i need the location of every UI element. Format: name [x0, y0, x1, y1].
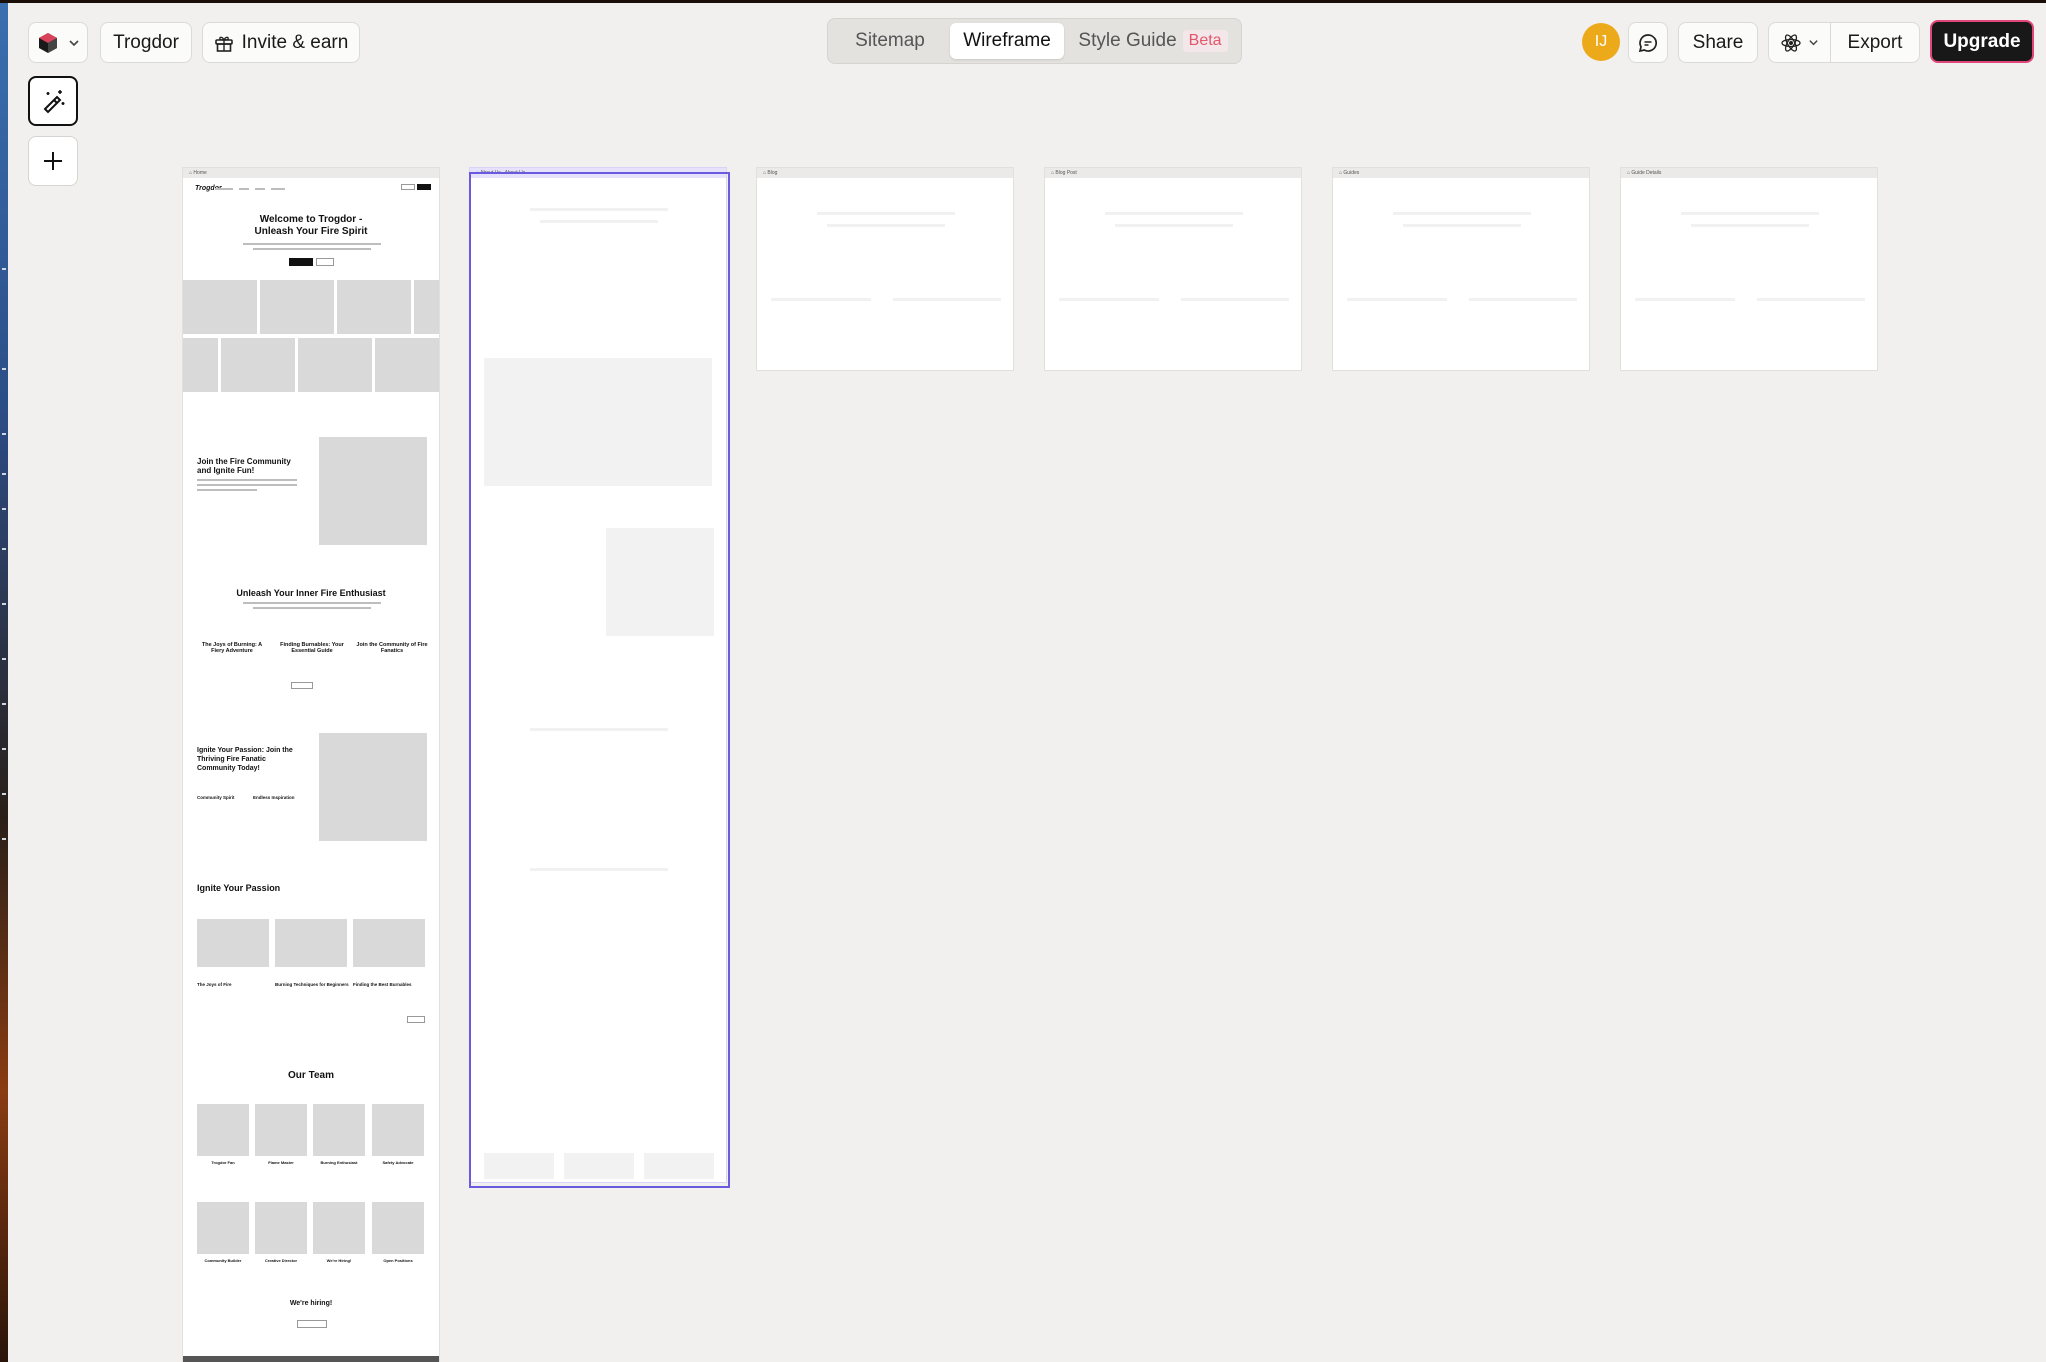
page-tab-guides[interactable]: ⌂ Guides: [1333, 168, 1589, 178]
wireframe-blog-page[interactable]: ⌂ Blog: [756, 167, 1014, 371]
tab-label: Sitemap: [855, 30, 925, 51]
beta-badge: Beta: [1182, 30, 1228, 52]
react-framework-button[interactable]: [1769, 23, 1831, 62]
tab-wireframe[interactable]: Wireframe: [950, 23, 1064, 59]
page-tab-guide-details[interactable]: ⌂ Guide Details: [1621, 168, 1877, 178]
page-tab-about[interactable]: ⌂ About Us About Us: [470, 168, 726, 178]
feature-title: Finding Burnables: Your Essential Guide: [280, 642, 344, 654]
feature-title: Join the Community of Fire Fanatics: [356, 642, 428, 654]
react-atom-icon: [1781, 33, 1801, 52]
blog-title: Ignite Your Passion: [197, 883, 281, 893]
page-tab-home[interactable]: ⌂ Home: [183, 168, 439, 178]
chevron-down-icon: [1809, 40, 1818, 46]
blog-post-title: The Joys of Fire: [197, 982, 232, 987]
feature-title: The Joys of Burning: A Fiery Adventure: [201, 642, 263, 654]
team-role: Open Positions: [383, 1258, 413, 1263]
wireframe-blog-post-page[interactable]: ⌂ Blog Post: [1044, 167, 1302, 371]
team-role: Flame Master: [268, 1160, 294, 1165]
page-tab-label: About Us: [480, 170, 501, 176]
ignite-col: Community Spirit: [197, 795, 235, 800]
hero-title-line-2: Unleash Your Fire Spirit: [254, 226, 368, 237]
avatar[interactable]: IJ: [1582, 23, 1620, 61]
image-placeholder-icon: [319, 437, 427, 545]
hero-title-line-1: Welcome to Trogdor -: [259, 214, 363, 225]
team-role: Community Builder: [204, 1258, 242, 1263]
upgrade-button[interactable]: Upgrade: [1930, 20, 2034, 63]
team-role: Creative Director: [264, 1258, 298, 1263]
export-group: Export: [1768, 22, 1920, 63]
page-tab-label: Guide Details: [1631, 170, 1662, 176]
join-title-1: Join the Fire Community: [197, 457, 291, 466]
page-tab-label: Blog Post: [1055, 170, 1077, 176]
team-role: Trogdor Fan: [211, 1160, 235, 1165]
tab-sitemap[interactable]: Sitemap: [834, 23, 946, 59]
team-role: We're Hiring!: [326, 1258, 352, 1263]
comments-button[interactable]: [1628, 22, 1668, 63]
comment-icon: [1638, 33, 1657, 52]
team-title: Our Team: [288, 1070, 334, 1081]
blog-post-title: Burning Techniques for Beginners: [275, 982, 349, 987]
avatar-initials: IJ: [1594, 33, 1608, 50]
invite-label: Invite & earn: [241, 31, 349, 53]
join-title-2: and Ignite Fun!: [197, 466, 255, 475]
tab-label: Wireframe: [963, 30, 1051, 51]
export-button[interactable]: Export: [1831, 32, 1919, 54]
ignite-title-2: Thriving Fire Fanatic: [197, 756, 266, 763]
wireframe-home-page[interactable]: ⌂ Home Trogdor Welcome to Trogdor - Unle…: [182, 167, 440, 1362]
page-tab-label: About Us: [504, 170, 526, 176]
plus-icon: [44, 152, 62, 170]
ignite-title-3: Community Today!: [197, 765, 260, 772]
share-button[interactable]: Share: [1678, 22, 1758, 63]
add-page-tool[interactable]: [28, 136, 78, 186]
wireframe-about-page[interactable]: ⌂ About Us About Us: [469, 167, 727, 1183]
hiring-title: We're hiring!: [289, 1300, 333, 1307]
tab-style-guide[interactable]: Style Guide Beta: [1068, 23, 1238, 59]
logo-cube-icon: [39, 32, 57, 53]
team-role: Burning Enthusiast: [320, 1160, 358, 1165]
page-tab-blog[interactable]: ⌂ Blog: [757, 168, 1013, 178]
ignite-col: Endless Inspiration: [253, 795, 295, 800]
magic-wand-icon: [43, 90, 65, 114]
invite-earn-button[interactable]: Invite & earn: [202, 22, 360, 63]
project-name-button[interactable]: Trogdor: [100, 22, 192, 63]
page-tab-label: Blog: [767, 170, 778, 176]
page-tab-label: Home: [193, 170, 207, 176]
ignite-title-1: Ignite Your Passion: Join the: [197, 747, 293, 754]
gift-icon: [214, 36, 233, 52]
blog-post-title: Finding the Best Burnables: [353, 982, 412, 987]
share-label: Share: [1692, 31, 1744, 53]
unleash-title: Unleash Your Inner Fire Enthusiast: [236, 588, 386, 598]
wireframe-guides-page[interactable]: ⌂ Guides: [1332, 167, 1590, 371]
app-window: Trogdor Invite & earn Sitemap Wireframe …: [8, 3, 2046, 1362]
upgrade-label: Upgrade: [1943, 30, 2021, 52]
export-label: Export: [1847, 31, 1903, 53]
tab-label: Style Guide: [1078, 30, 1177, 51]
page-tab-blog-post[interactable]: ⌂ Blog Post: [1045, 168, 1301, 178]
project-name: Trogdor: [113, 31, 179, 53]
ai-edit-tool[interactable]: [28, 76, 78, 126]
view-switcher: Sitemap Wireframe Style Guide Beta: [827, 18, 1242, 64]
wireframe-guide-details-page[interactable]: ⌂ Guide Details: [1620, 167, 1878, 371]
chevron-down-icon: [69, 39, 79, 46]
team-role: Safety Advocate: [382, 1160, 414, 1165]
logo-menu-button[interactable]: [28, 22, 88, 63]
desktop-edge: [0, 3, 8, 1362]
page-tab-label: Guides: [1343, 170, 1360, 176]
